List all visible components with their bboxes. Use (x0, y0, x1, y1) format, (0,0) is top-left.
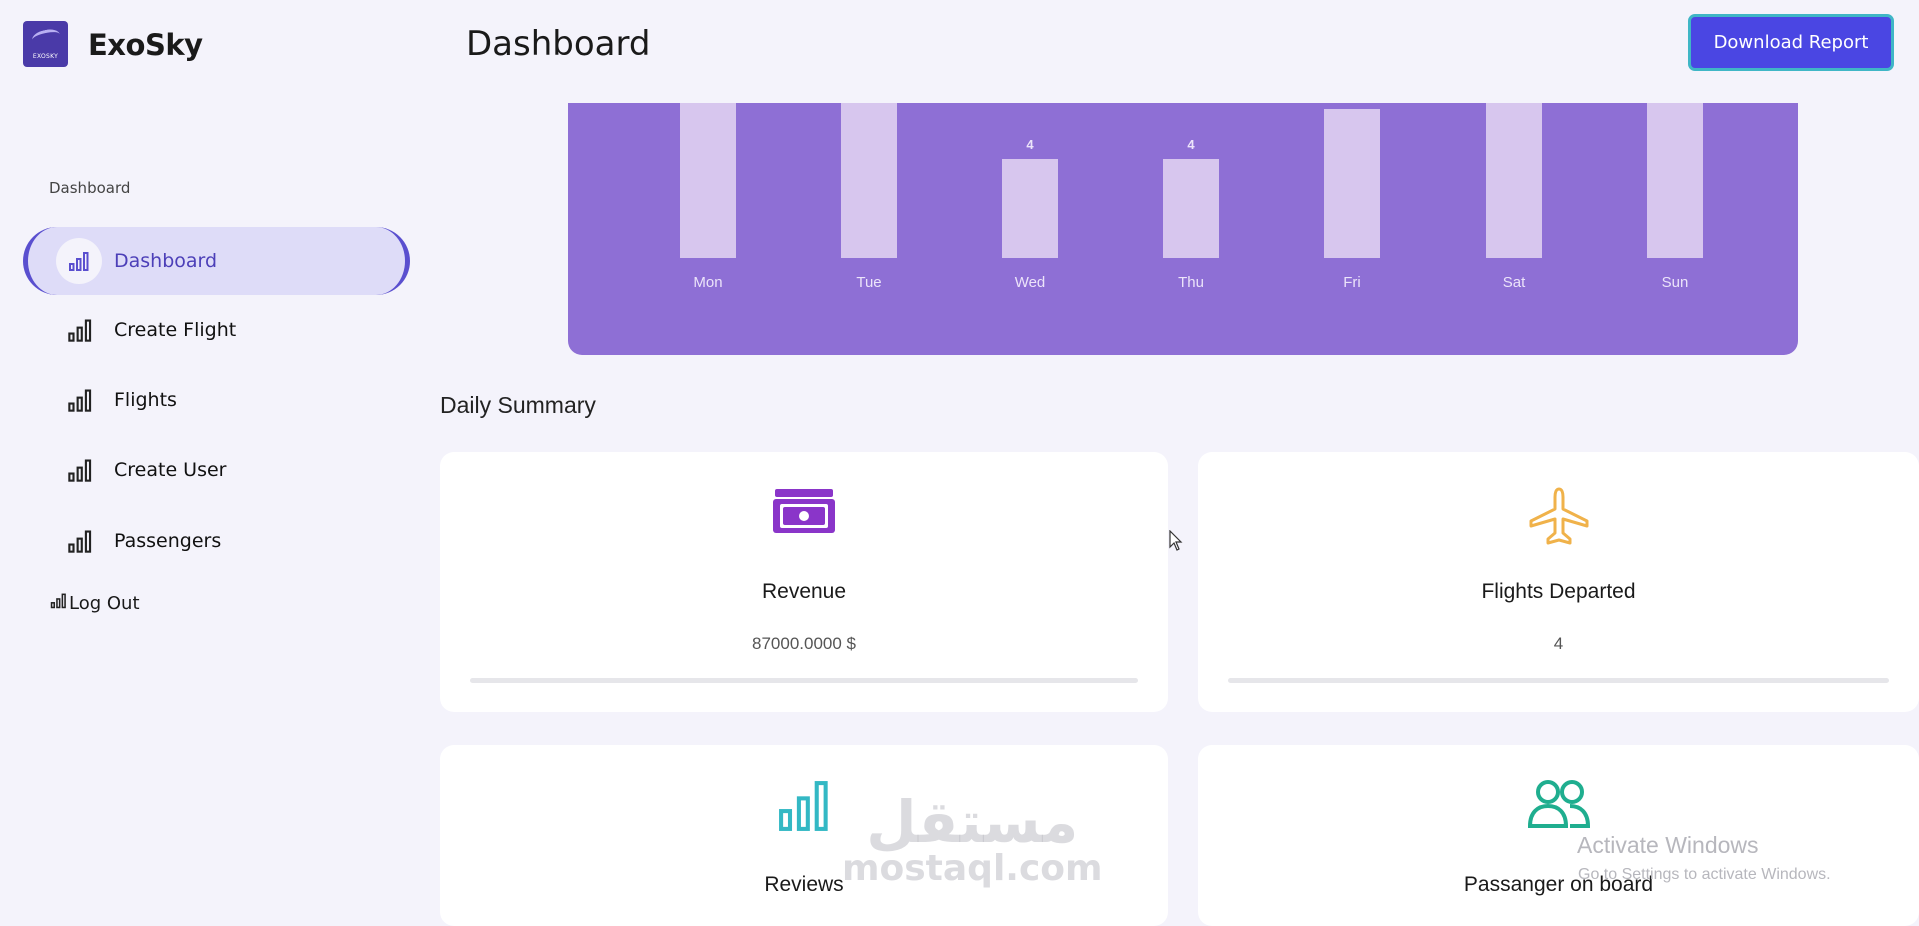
weekly-flights-chart: Mon Tue 4 Wed 4 Thu Fri Sat Sun (568, 103, 1798, 355)
chart-x-tick-label: Mon (693, 274, 723, 291)
chart-data-label: 4 (1187, 137, 1195, 152)
sidebar-item-label: Passengers (114, 530, 222, 552)
bar-chart-icon (62, 312, 98, 348)
section-title: Daily Summary (440, 392, 596, 418)
card-value: 87000.0000 $ (752, 634, 856, 653)
card-title: Flights Departed (1481, 580, 1636, 603)
card-value: 4 (1553, 634, 1564, 653)
chart-x-tick-label: Sat (1502, 274, 1526, 291)
chart-bar-fri (1324, 109, 1380, 258)
bar-chart-icon (50, 592, 67, 614)
logo-text: EXOSKY (32, 53, 59, 60)
sidebar-item-flights[interactable]: Flights (23, 366, 410, 434)
chart-x-tick-label: Fri (1343, 274, 1361, 291)
logout-label: Log Out (69, 592, 140, 614)
flights-departed-card: Flights Departed 4 (1198, 452, 1919, 712)
chart-bar-sat (1486, 103, 1542, 258)
activate-windows-notice: Activate Windows Go to Settings to activ… (1577, 832, 1831, 883)
chart-bar-wed (1002, 159, 1058, 258)
bar-chart-icon (776, 778, 832, 839)
card-progress-bar (470, 678, 1138, 683)
mouse-cursor-icon (1169, 530, 1183, 551)
money-icon (772, 485, 836, 542)
chart-bar-mon (680, 103, 736, 258)
chart-x-tick-label: Tue (856, 274, 882, 291)
brand-name: ExoSky (88, 28, 203, 62)
sidebar-item-label: Dashboard (114, 250, 218, 272)
page-title: Dashboard (466, 24, 651, 64)
chart-x-tick-label: Thu (1178, 274, 1204, 291)
watermark: مستقل mostaql.com (842, 788, 1103, 889)
sidebar-item-create-user[interactable]: Create User (23, 436, 410, 504)
logout-link[interactable]: Log Out (50, 592, 140, 614)
sidebar-section-label: Dashboard (49, 179, 131, 197)
bar-chart-icon (62, 452, 98, 488)
chart-x-tick-label: Sun (1661, 274, 1689, 291)
sidebar-item-label: Create Flight (114, 319, 237, 341)
chart-data-label: 4 (1026, 137, 1034, 152)
sidebar-item-label: Flights (114, 389, 177, 411)
sidebar-item-create-flight[interactable]: Create Flight (23, 296, 410, 364)
card-progress-bar (1228, 678, 1889, 683)
chart-bar-thu (1163, 159, 1219, 258)
users-icon (1526, 778, 1592, 835)
airplane-icon (1527, 485, 1591, 554)
bar-chart-icon (62, 382, 98, 418)
chart-bar-sun (1647, 103, 1703, 258)
bar-chart-icon (56, 238, 102, 284)
sidebar-item-passengers[interactable]: Passengers (23, 507, 410, 575)
download-report-button[interactable]: Download Report (1688, 14, 1894, 71)
chart-x-tick-label: Wed (1014, 274, 1046, 291)
bar-chart-icon (62, 523, 98, 559)
sidebar-item-dashboard[interactable]: Dashboard (23, 227, 410, 295)
revenue-card: Revenue 87000.0000 $ (440, 452, 1168, 712)
app-logo: EXOSKY (23, 21, 68, 67)
card-title: Revenue (761, 580, 847, 603)
sidebar-item-label: Create User (114, 459, 227, 481)
chart-bar-tue (841, 103, 897, 258)
